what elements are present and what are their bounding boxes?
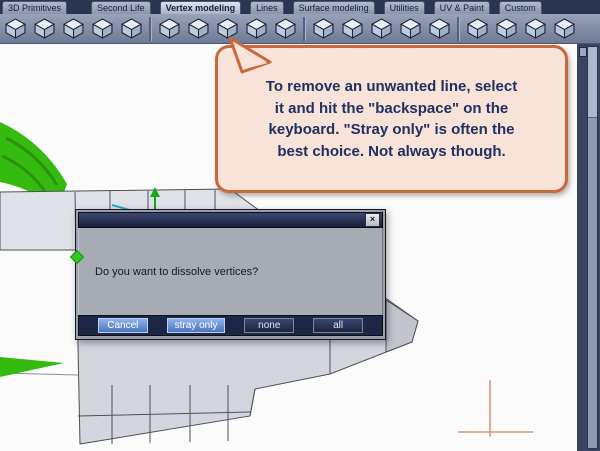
panel-tool-icon[interactable] — [579, 47, 587, 57]
app-window: 3D Primitives Second Life Vertex modeling L… — [0, 0, 600, 451]
modeling-tool-cube-icon[interactable] — [466, 17, 489, 40]
callout-tail — [228, 36, 272, 74]
menu-tab-vertex-modeling[interactable]: Vertex modeling — [159, 1, 242, 14]
dialog-button-stray-only[interactable]: stray only — [166, 318, 226, 333]
dialog-body: Do you want to dissolve vertices? — [78, 228, 383, 315]
menu-tab-uv-paint[interactable]: UV & Paint — [433, 1, 490, 14]
scrollbar-track[interactable] — [587, 46, 598, 449]
callout-line: best choice. Not always though. — [277, 142, 506, 160]
modeling-tool-cube-icon[interactable] — [158, 17, 181, 40]
dialog-button-cancel[interactable]: Cancel — [97, 318, 148, 333]
menu-tab-bar: 3D Primitives Second Life Vertex modeling L… — [0, 0, 600, 14]
modeling-tool-cube-icon[interactable] — [370, 17, 393, 40]
menu-tab-utilities[interactable]: Utilities — [383, 1, 425, 14]
modeling-tool-cube-icon[interactable] — [524, 17, 547, 40]
modeling-tool-cube-icon[interactable] — [274, 17, 297, 40]
instruction-callout: To remove an unwanted line, select it an… — [215, 36, 568, 193]
scrollbar-thumb[interactable] — [588, 47, 597, 118]
modeling-tool-cube-icon[interactable] — [120, 17, 143, 40]
dissolve-vertices-dialog: × Do you want to dissolve vertices? Canc… — [75, 209, 386, 340]
modeling-tool-cube-icon[interactable] — [4, 17, 27, 40]
callout-line: To remove an unwanted line, select — [265, 78, 518, 95]
toolbar-separator — [149, 16, 152, 41]
callout-line: keyboard. "Stray only" is often the — [268, 121, 515, 138]
modeling-tool-cube-icon[interactable] — [62, 17, 85, 40]
modeling-tool-cube-icon[interactable] — [428, 17, 451, 40]
callout-line: it and hit the "backspace" on the — [274, 99, 509, 117]
modeling-tool-cube-icon[interactable] — [399, 17, 422, 40]
modeling-tool-cube-icon[interactable] — [187, 17, 210, 40]
dialog-titlebar[interactable]: × — [78, 212, 383, 228]
dialog-button-all[interactable]: all — [313, 318, 364, 333]
modeling-tool-cube-icon[interactable] — [553, 17, 576, 40]
modeling-tool-cube-icon[interactable] — [312, 17, 335, 40]
toolbar-separator — [457, 16, 460, 41]
modeling-tool-cube-icon[interactable] — [495, 17, 518, 40]
menu-tab-second-life[interactable]: Second Life — [91, 1, 151, 14]
dialog-message: Do you want to dissolve vertices? — [95, 265, 259, 278]
menu-tab-surface-modeling[interactable]: Surface modeling — [292, 1, 375, 14]
world-axes — [458, 380, 533, 437]
modeling-tool-cube-icon[interactable] — [91, 17, 114, 40]
menu-tab-custom[interactable]: Custom — [498, 1, 542, 14]
toolbar-separator — [303, 16, 306, 41]
toolbar — [0, 14, 600, 44]
modeling-tool-cube-icon[interactable] — [341, 17, 364, 40]
modeling-tool-cube-icon[interactable] — [33, 17, 56, 40]
dialog-button-row: Cancel stray only none all — [78, 315, 383, 336]
menu-tab-lines[interactable]: Lines — [250, 1, 284, 14]
menu-tab-3d-primitives[interactable]: 3D Primitives — [2, 1, 68, 14]
close-icon[interactable]: × — [365, 213, 380, 227]
dialog-button-none[interactable]: none — [244, 318, 295, 333]
right-panel — [577, 44, 600, 451]
